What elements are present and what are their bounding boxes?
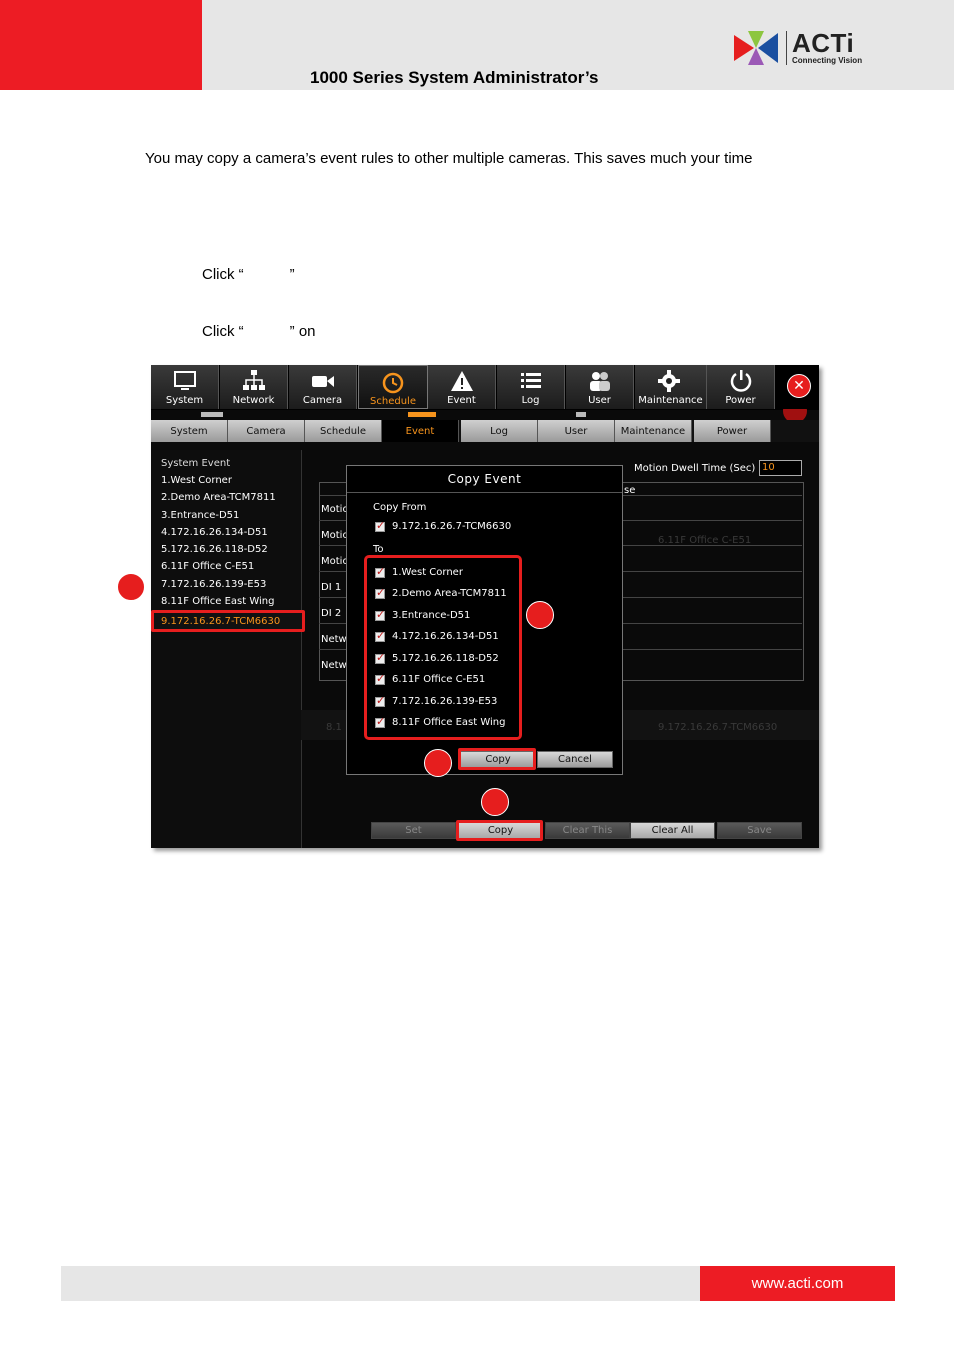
network-icon: [243, 370, 265, 390]
dialog-divider: [347, 492, 622, 493]
header-red-block: [0, 0, 202, 90]
subtab-indicator: [201, 412, 223, 417]
subtab-indicator: [576, 412, 586, 417]
top-nav-maintenance[interactable]: Maintenance: [635, 365, 707, 409]
step-1-text: Click “ ”: [202, 266, 295, 283]
top-nav-bar: System Network Camera Schedule Event Log…: [151, 365, 819, 410]
to-label: To: [373, 544, 384, 555]
top-nav-system[interactable]: System: [151, 365, 219, 409]
row-label: Motio: [321, 530, 349, 541]
users-icon: [590, 372, 610, 391]
callout-marker-3: [424, 749, 452, 777]
row-label: Netw: [321, 660, 347, 671]
acti-logo: ACTi Connecting Vision: [734, 28, 874, 67]
motion-dwell-input[interactable]: 10: [759, 460, 802, 476]
step-2-text: Click “ ” on: [202, 323, 316, 340]
top-nav-user[interactable]: User: [566, 365, 634, 409]
top-nav-label: Maintenance: [638, 395, 703, 406]
row-label: Motio: [321, 504, 349, 515]
warning-icon: [451, 371, 473, 391]
camera-icon: [312, 376, 334, 387]
nvr-screenshot: System Network Camera Schedule Event Log…: [151, 365, 819, 848]
step-2-suffix: ” on: [289, 323, 316, 340]
sidebar-item[interactable]: 2.Demo Area-TCM7811: [161, 492, 276, 503]
gear-icon: [658, 370, 680, 392]
intro-paragraph: You may copy a camera’s event rules to o…: [145, 150, 753, 167]
subtab-power[interactable]: Power: [694, 420, 771, 442]
subtab-camera[interactable]: Camera: [228, 420, 305, 442]
top-nav-log[interactable]: Log: [497, 365, 565, 409]
top-nav-camera[interactable]: Camera: [289, 365, 357, 409]
ghost-text: 8.1: [326, 722, 342, 733]
ghost-text: 9.172.16.26.7-TCM6630: [658, 722, 778, 733]
top-nav-power[interactable]: Power: [707, 365, 775, 409]
list-icon: [521, 373, 541, 388]
sidebar-item[interactable]: 8.11F Office East Wing: [161, 596, 274, 607]
subtab-schedule[interactable]: Schedule: [305, 420, 382, 442]
sidebar-item[interactable]: 6.11F Office C-E51: [161, 561, 254, 572]
row-label: DI 1: [321, 582, 342, 593]
callout-marker-1: [117, 573, 145, 601]
top-nav-label: Network: [232, 395, 275, 406]
clear-this-button[interactable]: Clear This: [545, 822, 630, 839]
set-button[interactable]: Set: [371, 822, 456, 839]
step-1-suffix: ”: [289, 266, 295, 283]
logo-name: ACTi: [792, 28, 855, 58]
clear-all-button[interactable]: Clear All: [630, 822, 715, 839]
top-nav-label: Camera: [302, 395, 343, 406]
top-nav-schedule[interactable]: Schedule: [358, 365, 428, 409]
sub-nav-bar: System Camera Schedule Event Log User Ma…: [151, 420, 819, 442]
header-title: 1000 Series System Administrator’s: [310, 68, 599, 87]
row-label: DI 2: [321, 608, 342, 619]
dialog-title: Copy Event: [447, 472, 522, 486]
highlight-copy-button: [456, 820, 543, 841]
sidebar-item[interactable]: 3.Entrance-D51: [161, 510, 239, 521]
row-label: Motio: [321, 556, 349, 567]
copy-event-dialog: Copy Event Copy From 9.172.16.26.7-TCM66…: [346, 465, 623, 775]
row-label: Netw: [321, 634, 347, 645]
highlight-dialog-copy: [458, 748, 536, 770]
sidebar-title: System Event: [161, 458, 231, 469]
save-button[interactable]: Save: [717, 822, 802, 839]
callout-marker-2: [526, 601, 554, 629]
top-nav-network[interactable]: Network: [220, 365, 288, 409]
copy-from-label: Copy From: [373, 502, 427, 513]
logo-tagline: Connecting Vision: [792, 56, 863, 65]
top-nav-label: System: [165, 395, 204, 406]
top-nav-label: Log: [521, 395, 540, 406]
subtab-system[interactable]: System: [151, 420, 228, 442]
copy-from-value: 9.172.16.26.7-TCM6630: [392, 521, 512, 532]
close-icon[interactable]: ✕: [787, 374, 811, 398]
callout-marker-4: [481, 788, 509, 816]
subtab-event[interactable]: Event: [382, 420, 459, 442]
clock-icon: [382, 372, 404, 394]
sidebar-item[interactable]: 1.West Corner: [161, 475, 232, 486]
power-icon: [730, 370, 752, 392]
step-1-prefix: Click “: [202, 266, 244, 283]
dialog-cancel-button[interactable]: Cancel: [537, 751, 613, 768]
top-nav-label: Power: [725, 395, 756, 406]
sidebar-item[interactable]: 5.172.16.26.118-D52: [161, 544, 268, 555]
top-nav-label: Event: [447, 395, 476, 406]
monitor-icon: [174, 371, 196, 390]
sidebar-item[interactable]: 4.172.16.26.134-D51: [161, 527, 268, 538]
step-2-prefix: Click “: [202, 323, 244, 340]
acti-logo-mark-icon: [734, 31, 778, 65]
subtab-log[interactable]: Log: [461, 420, 538, 442]
top-nav-event[interactable]: Event: [428, 365, 496, 409]
top-nav-label: Schedule: [370, 396, 416, 407]
camera-sidebar: System Event 1.West Corner 2.Demo Area-T…: [151, 450, 302, 848]
motion-dwell-label: Motion Dwell Time (Sec): [634, 463, 756, 474]
subtab-maintenance[interactable]: Maintenance: [615, 420, 692, 442]
highlight-target-list: [364, 555, 522, 740]
sidebar-item[interactable]: 7.172.16.26.139-E53: [161, 579, 266, 590]
subtab-indicator-active: [408, 412, 436, 417]
copy-from-checkbox[interactable]: [375, 519, 385, 532]
logo-separator: [786, 31, 787, 65]
top-nav-label: User: [588, 395, 611, 406]
subtab-user[interactable]: User: [538, 420, 615, 442]
highlight-selected-camera: [151, 610, 305, 632]
footer-url[interactable]: www.acti.com: [700, 1266, 895, 1301]
